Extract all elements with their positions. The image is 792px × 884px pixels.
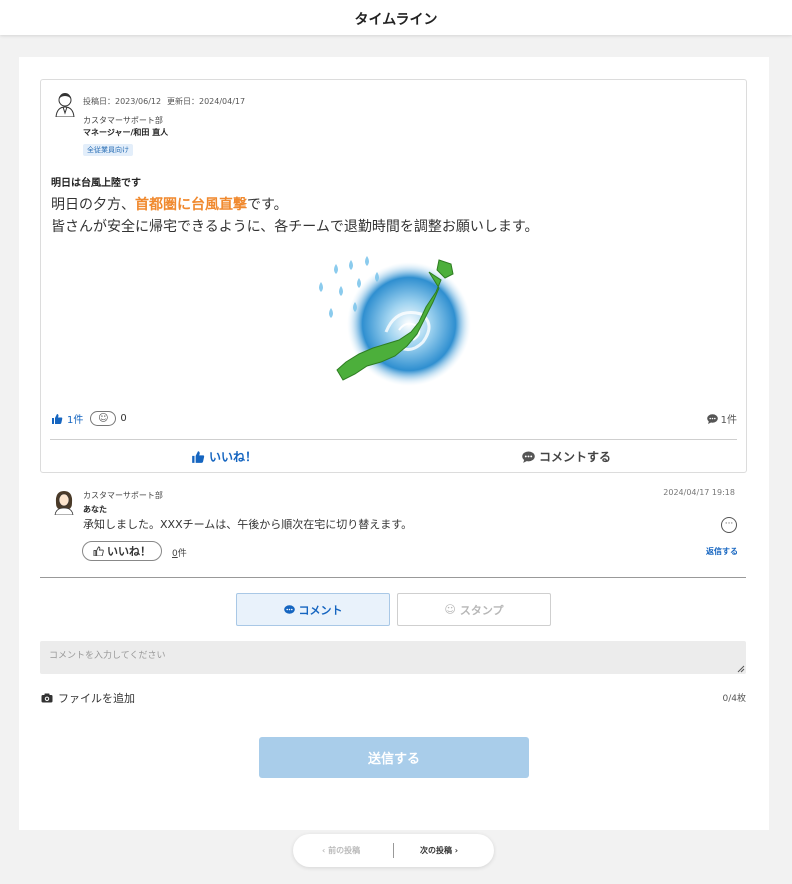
smiley-icon: ☺: [444, 603, 456, 616]
tab-stamp[interactable]: ☺ スタンプ: [397, 593, 551, 626]
reply-author: あなた: [83, 505, 107, 514]
updated-date: 更新日：2024/04/17: [167, 97, 246, 106]
comment-button-label: コメントする: [539, 450, 612, 464]
reply-text: 承知しました。XXXチームは、午後から順次在宅に切り替えます。: [83, 518, 413, 531]
reply-department: カスタマーサポート部: [83, 491, 163, 500]
more-options-icon[interactable]: ···: [721, 517, 737, 533]
reply-date: 2024/04/17 19:18: [663, 488, 735, 497]
next-post-label: 次の投稿: [420, 846, 452, 855]
comment-button[interactable]: コメントする: [522, 448, 611, 465]
emoji-reaction-button[interactable]: ☺: [90, 410, 117, 426]
resize-grip-icon[interactable]: [737, 665, 745, 673]
body-highlight: 首都圏に台風直撃: [135, 197, 247, 213]
body-line: 皆さんが安全に帰宅できるように、各チームで退勤時間を調整お願いします。: [51, 219, 539, 235]
reaction-row: 1件 ☺ 0: [51, 408, 127, 428]
comment-input[interactable]: [40, 641, 746, 674]
author-department: カスタマーサポート部: [83, 116, 163, 125]
thumbs-up-outline-icon: [93, 546, 104, 556]
post-title: 明日は台風上陸です: [51, 178, 141, 189]
reply-link[interactable]: 返信する: [706, 546, 738, 557]
add-file-button[interactable]: ファイルを追加: [41, 690, 135, 706]
smiley-icon: ☺: [98, 412, 109, 424]
author-name: マネージャー/和田 直人: [83, 128, 169, 137]
add-file-label: ファイルを追加: [58, 692, 135, 705]
thumbs-up-icon[interactable]: [51, 413, 63, 424]
body-text: 明日の夕方、: [51, 197, 135, 213]
reply-like-count-unit: 件: [177, 549, 187, 559]
section-divider: [40, 577, 746, 578]
emoji-count: 0: [120, 412, 127, 424]
file-count: 0/4枚: [722, 694, 747, 704]
chevron-right-icon: ›: [452, 846, 459, 855]
thumbs-up-icon: [192, 451, 205, 463]
like-button[interactable]: いいね！: [191, 448, 257, 465]
prev-post-label: 前の投稿: [328, 846, 361, 855]
reply-like-count[interactable]: 0件: [172, 546, 187, 559]
speech-bubble-icon: [283, 604, 295, 614]
post-card: 投稿日：2023/06/12 更新日：2024/04/17 カスタマーサポート部…: [40, 79, 747, 473]
like-button-label: いいね！: [209, 450, 258, 464]
top-bar: タイムライン: [0, 0, 792, 35]
post-like-count[interactable]: 1件: [67, 411, 83, 426]
tab-comment[interactable]: コメント: [236, 593, 390, 626]
speech-bubble-icon: [706, 413, 718, 424]
pager-divider: [393, 843, 394, 858]
prev-post-link[interactable]: ‹ 前の投稿: [322, 845, 360, 856]
next-post-link[interactable]: 次の投稿 ›: [420, 845, 458, 856]
comment-count-text: 1件: [720, 415, 737, 426]
reply-like-label: いいね！: [107, 545, 151, 558]
camera-icon: [41, 693, 53, 703]
typhoon-image[interactable]: [311, 252, 471, 392]
post-body: 明日の夕方、首都圏に台風直撃です。 皆さんが安全に帰宅できるように、各チームで退…: [51, 194, 538, 238]
posted-date: 投稿日：2023/06/12: [83, 97, 162, 106]
speech-bubble-icon: [522, 450, 535, 463]
timeline-panel: 投稿日：2023/06/12 更新日：2024/04/17 カスタマーサポート部…: [19, 57, 769, 830]
audience-tag: 全従業員向け: [83, 144, 133, 156]
send-button[interactable]: 送信する: [259, 737, 529, 778]
author-avatar[interactable]: [54, 91, 76, 117]
tab-comment-label: コメント: [298, 603, 343, 617]
reply-like-button[interactable]: いいね！: [82, 541, 162, 561]
body-text: です。: [247, 197, 288, 213]
card-divider: [50, 439, 737, 440]
post-pager: ‹ 前の投稿 次の投稿 ›: [293, 834, 494, 867]
tab-stamp-label: スタンプ: [459, 603, 504, 617]
page-title: タイムライン: [354, 12, 438, 28]
post-comment-count[interactable]: 1件: [706, 411, 737, 426]
reply-avatar[interactable]: [53, 489, 75, 515]
